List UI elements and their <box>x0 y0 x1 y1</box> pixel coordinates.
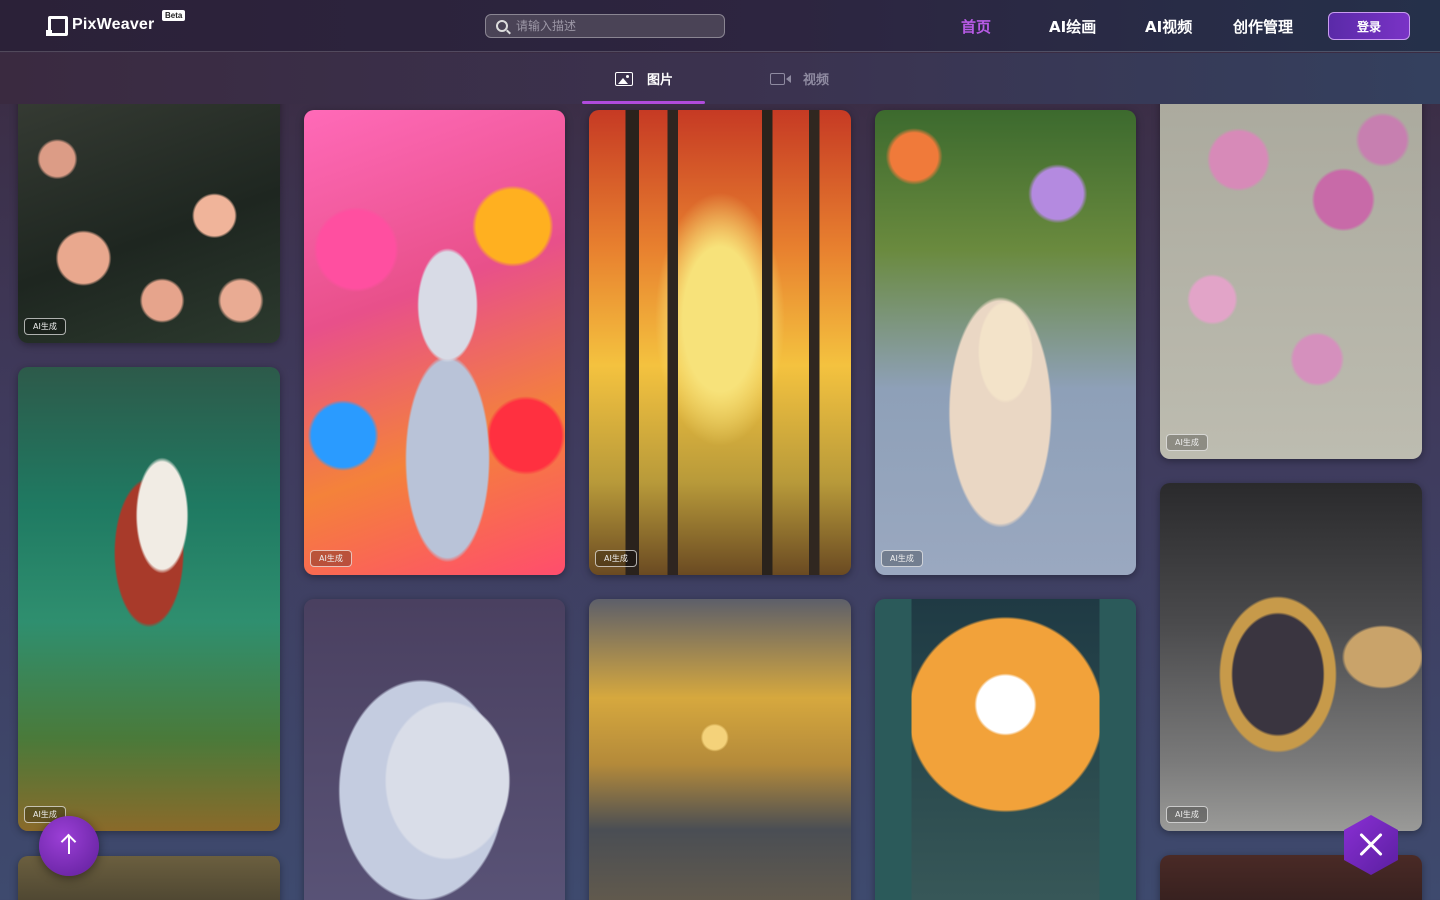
gallery-item-autumn-forest[interactable]: AI生成 <box>589 110 851 575</box>
logo-text: PixWeaver <box>72 16 155 33</box>
search-input[interactable] <box>516 19 706 33</box>
search-icon <box>496 20 508 32</box>
gallery-item-teacup-love[interactable]: AI生成 <box>875 110 1136 575</box>
search-box[interactable] <box>485 14 725 38</box>
content-tab-bar: 图片 视频 <box>0 53 1440 104</box>
nav-creation-management[interactable]: 创作管理 <box>1233 16 1293 37</box>
gallery-item-sunset-lake-house[interactable] <box>589 599 851 900</box>
gallery-item-moon-mountains-pagoda[interactable] <box>875 599 1136 900</box>
ai-generated-badge: AI生成 <box>24 318 66 335</box>
tab-images-label: 图片 <box>647 73 674 88</box>
tab-videos[interactable]: 视频 <box>770 53 829 104</box>
image-icon <box>615 71 633 86</box>
gallery-item-ornate-golden-vase[interactable]: AI生成 <box>1160 483 1422 831</box>
nav-home[interactable]: 首页 <box>961 16 991 37</box>
gallery-item-pink-blossom-embroidery[interactable]: AI生成 <box>1160 60 1422 459</box>
gallery-item-colorful-woman-portrait[interactable]: AI生成 <box>304 110 565 575</box>
nav-ai-video[interactable]: AI视频 <box>1145 16 1192 37</box>
ai-generated-badge: AI生成 <box>1166 806 1208 823</box>
back-to-top-button[interactable] <box>39 816 99 876</box>
arrow-up-icon <box>68 836 70 854</box>
logo-icon <box>46 14 68 36</box>
ai-generated-badge: AI生成 <box>595 550 637 567</box>
tab-images[interactable]: 图片 <box>615 53 673 104</box>
ai-generated-badge: AI生成 <box>310 550 352 567</box>
top-navigation-bar: PixWeaver Beta 首页 AI绘画 AI视频 创作管理 登录 <box>0 0 1440 52</box>
ai-generated-badge: AI生成 <box>881 550 923 567</box>
gallery-item-white-cat[interactable] <box>304 599 565 900</box>
gallery-item-boat-on-water[interactable]: AI生成 <box>18 367 280 831</box>
nav-ai-painting[interactable]: AI绘画 <box>1049 16 1096 37</box>
beta-badge: Beta <box>162 10 186 21</box>
ai-generated-badge: AI生成 <box>1166 434 1208 451</box>
active-tab-underline <box>582 101 705 104</box>
video-icon <box>770 72 791 85</box>
logo[interactable]: PixWeaver Beta <box>46 10 186 36</box>
login-button[interactable]: 登录 <box>1328 12 1410 40</box>
tab-videos-label: 视频 <box>803 73 830 88</box>
